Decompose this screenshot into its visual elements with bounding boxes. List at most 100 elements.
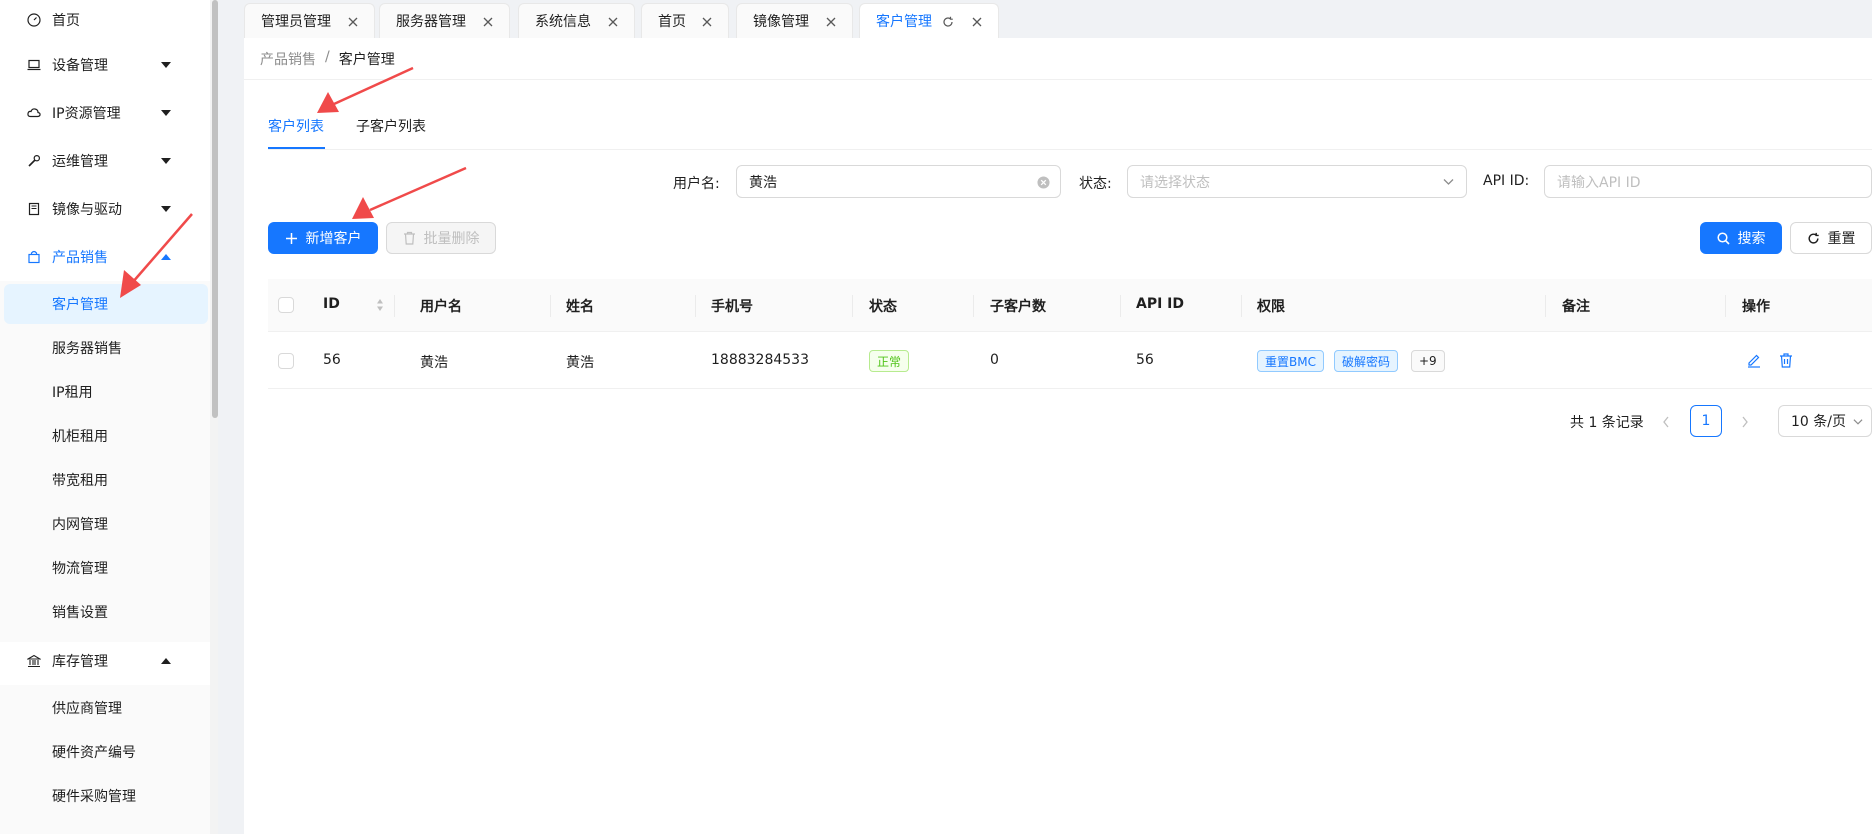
sidebar-item-ip-resources[interactable]: IP资源管理 [0,93,210,133]
sidebar: 首页 设备管理 IP资源管理 运维管理 镜像与驱动 产品销售 客户管理 服务器销… [0,0,210,834]
sidebar-subitem-ip-rental[interactable]: IP租用 [4,372,208,412]
cell-subcount: 0 [990,352,999,368]
app-root: 首页 设备管理 IP资源管理 运维管理 镜像与驱动 产品销售 客户管理 服务器销… [0,0,1872,834]
sidebar-item-label: 运维管理 [52,154,108,170]
column-header-status: 状态 [869,299,897,315]
apiid-input[interactable]: 请输入API ID [1544,165,1872,198]
delete-icon [403,231,415,245]
caret-down-icon [161,62,171,68]
dashboard-icon [26,12,42,28]
close-icon[interactable] [972,17,982,27]
table-header: ID 用户名 姓名 手机号 状态 子客户数 API ID 权限 备注 操作 [268,279,1872,332]
sidebar-subitem-logistics-mgmt[interactable]: 物流管理 [4,548,208,588]
apiid-label: API ID: [1483,173,1530,189]
sidebar-subitem-bandwidth-rental[interactable]: 带宽租用 [4,460,208,500]
chevron-left-icon[interactable] [1661,415,1671,429]
batch-delete-button[interactable]: 批量删除 [386,222,496,254]
column-separator [852,295,853,317]
caret-down-icon [161,110,171,116]
page-tabbar: 管理员管理 服务器管理 系统信息 首页 镜像管理 客户管理 [244,0,1872,38]
column-separator [973,295,974,317]
sidebar-subitem-server-sales[interactable]: 服务器销售 [4,328,208,368]
subtab-subcustomer-list[interactable]: 子客户列表 [356,116,426,136]
column-header-apiid: API ID [1136,296,1185,312]
sidebar-item-label: 镜像与驱动 [52,202,122,218]
column-separator [550,295,551,317]
sidebar-subitem-supplier-mgmt[interactable]: 供应商管理 [4,688,208,728]
status-label: 状态: [1079,176,1112,192]
tab-customer-mgmt[interactable]: 客户管理 [859,3,999,38]
main-content [244,38,1872,834]
tab-image-mgmt[interactable]: 镜像管理 [736,3,853,38]
delete-icon[interactable] [1778,352,1794,368]
sidebar-subitem-customer-mgmt[interactable]: 客户管理 [4,284,208,324]
column-header-actions: 操作 [1742,299,1770,315]
add-customer-button[interactable]: 新增客户 [268,222,378,254]
sidebar-subitem-intranet-mgmt[interactable]: 内网管理 [4,504,208,544]
sidebar-subitem-sales-settings[interactable]: 销售设置 [4,592,208,632]
sidebar-subitem-hardware-asset-no[interactable]: 硬件资产编号 [4,732,208,772]
column-header-phone: 手机号 [711,299,753,315]
pagination-total: 共 1 条记录 [1570,415,1644,431]
sidebar-item-label: 产品销售 [52,250,108,266]
divider [244,79,1872,80]
caret-down-icon [161,158,171,164]
layout-gutter [218,0,244,834]
tab-admin-mgmt[interactable]: 管理员管理 [244,3,375,38]
sidebar-item-product-sales[interactable]: 产品销售 [0,237,210,277]
sidebar-subitem-hardware-purchase[interactable]: 硬件采购管理 [4,776,208,816]
table-row: 56 黄浩 黄浩 18883284533 正常 0 56 重置BMC 破解密码 … [268,333,1872,389]
chevron-down-icon [1443,179,1454,185]
column-header-id[interactable]: ID [323,296,340,312]
breadcrumb-current: 客户管理 [338,52,395,68]
breadcrumb-parent[interactable]: 产品销售 [260,49,316,69]
permission-more-tag[interactable]: +9 [1411,350,1445,372]
row-checkbox[interactable] [278,353,294,369]
edit-icon[interactable] [1746,352,1762,368]
cell-id: 56 [323,352,341,368]
column-separator [394,295,395,317]
tab-home[interactable]: 首页 [641,3,729,38]
close-icon[interactable] [348,17,358,27]
sidebar-item-inventory[interactable]: 库存管理 [0,641,210,681]
tool-icon [26,153,42,169]
sidebar-item-devices[interactable]: 设备管理 [0,45,210,85]
search-button[interactable]: 搜索 [1700,222,1782,254]
caret-up-icon [161,658,171,664]
subtab-customer-list[interactable]: 客户列表 [268,116,324,136]
cloud-icon [26,105,42,121]
sidebar-item-home[interactable]: 首页 [0,0,210,40]
select-all-checkbox[interactable] [278,297,294,313]
permission-tag: 重置BMC [1257,350,1324,372]
username-input[interactable]: 黄浩 [736,165,1061,198]
username-label: 用户名: [673,176,720,192]
chevron-right-icon[interactable] [1740,415,1750,429]
page-size-select[interactable]: 10 条/页 [1778,405,1872,437]
sidebar-item-ops[interactable]: 运维管理 [0,141,210,181]
caret-down-icon [161,206,171,212]
book-icon [26,201,42,217]
page-number-button[interactable]: 1 [1690,405,1722,437]
column-separator [1241,295,1242,317]
sidebar-item-images-drivers[interactable]: 镜像与驱动 [0,189,210,229]
close-icon[interactable] [702,17,712,27]
permission-tag: 破解密码 [1334,350,1399,372]
search-icon [1716,231,1730,245]
status-select[interactable]: 请选择状态 [1127,165,1467,198]
tab-system-info[interactable]: 系统信息 [518,3,635,38]
clear-icon[interactable] [1037,176,1050,189]
close-icon[interactable] [483,17,493,27]
sort-icon[interactable] [376,297,384,313]
close-icon[interactable] [826,17,836,27]
chevron-down-icon [1853,419,1863,425]
sidebar-item-label: 首页 [52,13,80,29]
close-icon[interactable] [608,17,618,27]
tab-server-mgmt[interactable]: 服务器管理 [379,3,510,38]
reload-icon[interactable] [942,16,954,28]
column-header-permissions: 权限 [1257,299,1285,315]
sidebar-subitem-cabinet-rental[interactable]: 机柜租用 [4,416,208,456]
breadcrumb-separator: / [325,49,330,65]
column-header-username: 用户名 [420,299,462,315]
reset-button[interactable]: 重置 [1790,222,1872,254]
column-separator [1725,295,1726,317]
